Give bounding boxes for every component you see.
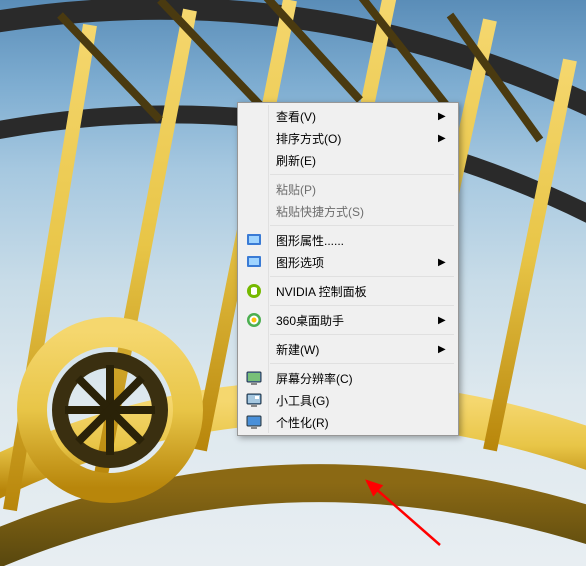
menu-label: 屏幕分辨率(C): [268, 370, 438, 387]
menu-separator: [270, 174, 454, 175]
menu-item-360-desktop[interactable]: 360桌面助手 ▶: [240, 309, 456, 331]
menu-separator: [270, 305, 454, 306]
gadgets-icon: [240, 389, 268, 411]
menu-item-new[interactable]: 新建(W) ▶: [240, 338, 456, 360]
intel-gfx-icon: [240, 251, 268, 273]
menu-label: 小工具(G): [268, 392, 438, 409]
submenu-arrow-icon: ▶: [438, 257, 456, 268]
menu-item-paste-shortcut: 粘贴快捷方式(S): [240, 200, 456, 222]
icon-slot-empty: [240, 178, 268, 200]
submenu-arrow-icon: ▶: [438, 111, 456, 122]
menu-item-resolution[interactable]: 屏幕分辨率(C): [240, 367, 456, 389]
menu-item-refresh[interactable]: 刷新(E): [240, 149, 456, 171]
menu-label: 粘贴快捷方式(S): [268, 203, 438, 220]
submenu-arrow-icon: ▶: [438, 315, 456, 326]
intel-gfx-icon: [240, 229, 268, 251]
menu-label: 粘贴(P): [268, 181, 438, 198]
icon-slot-empty: [240, 338, 268, 360]
submenu-arrow-icon: ▶: [438, 344, 456, 355]
menu-item-sort[interactable]: 排序方式(O) ▶: [240, 127, 456, 149]
menu-item-gfx-options[interactable]: 图形选项 ▶: [240, 251, 456, 273]
menu-label: NVIDIA 控制面板: [268, 283, 438, 300]
menu-label: 360桌面助手: [268, 312, 438, 329]
menu-separator: [270, 225, 454, 226]
menu-separator: [270, 276, 454, 277]
nvidia-icon: [240, 280, 268, 302]
personalize-icon: [240, 411, 268, 433]
menu-label: 新建(W): [268, 341, 438, 358]
menu-label: 图形属性......: [268, 232, 438, 249]
menu-separator: [270, 363, 454, 364]
menu-item-gadgets[interactable]: 小工具(G): [240, 389, 456, 411]
menu-label: 刷新(E): [268, 152, 438, 169]
menu-item-view[interactable]: 查看(V) ▶: [240, 105, 456, 127]
icon-slot-empty: [240, 149, 268, 171]
360-icon: [240, 309, 268, 331]
menu-label: 个性化(R): [268, 414, 438, 431]
menu-item-personalize[interactable]: 个性化(R): [240, 411, 456, 433]
menu-separator: [270, 334, 454, 335]
desktop-context-menu: 查看(V) ▶ 排序方式(O) ▶ 刷新(E) 粘贴(P) 粘贴快捷方式(S) …: [237, 102, 459, 436]
menu-label: 排序方式(O): [268, 130, 438, 147]
icon-slot-empty: [240, 200, 268, 222]
menu-item-gfx-properties[interactable]: 图形属性......: [240, 229, 456, 251]
resolution-icon: [240, 367, 268, 389]
menu-item-paste: 粘贴(P): [240, 178, 456, 200]
menu-label: 查看(V): [268, 108, 438, 125]
submenu-arrow-icon: ▶: [438, 133, 456, 144]
icon-slot-empty: [240, 127, 268, 149]
icon-slot-empty: [240, 105, 268, 127]
menu-label: 图形选项: [268, 254, 438, 271]
menu-item-nvidia[interactable]: NVIDIA 控制面板: [240, 280, 456, 302]
